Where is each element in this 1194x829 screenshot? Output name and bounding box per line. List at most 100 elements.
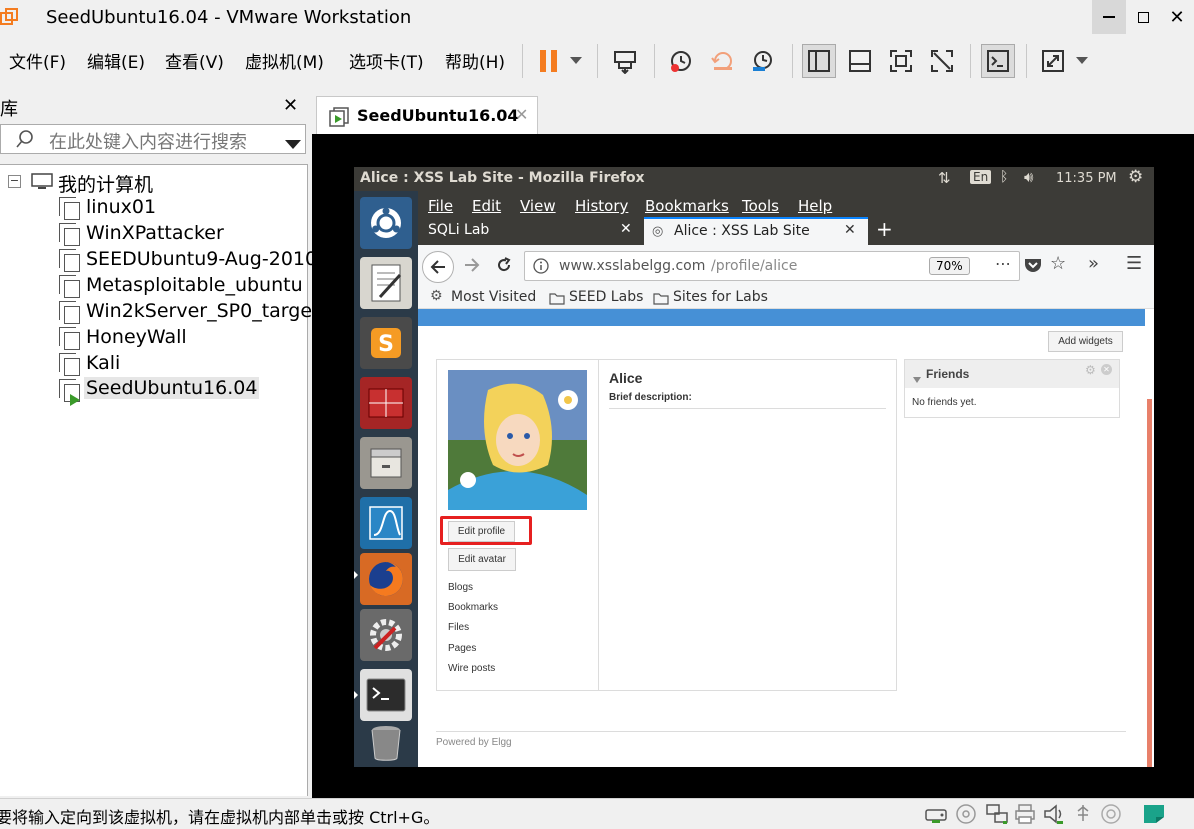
close-icon[interactable]: ✕ (844, 222, 856, 238)
friends-widget-header[interactable]: Friends ⚙ ✕ (905, 360, 1119, 388)
tree-item-honeywall[interactable]: HoneyWall (86, 326, 187, 348)
bookmark-sites-for-labs[interactable]: Sites for Labs (673, 289, 768, 305)
close-icon[interactable]: ✕ (1101, 364, 1112, 375)
snapshot-icon[interactable] (664, 44, 698, 78)
menu-file[interactable]: 文件(F) (9, 48, 66, 73)
profile-link-wire-posts[interactable]: Wire posts (448, 663, 495, 674)
ff-menu-view[interactable]: View (520, 197, 556, 215)
forward-icon[interactable] (464, 257, 480, 277)
trash-icon[interactable] (360, 723, 412, 763)
library-search[interactable]: 在此处键入内容进行搜索 (0, 124, 306, 154)
collapse-icon[interactable]: − (8, 175, 21, 188)
footer-text[interactable]: Powered by Elgg (436, 737, 512, 748)
tree-item-seedubuntu9[interactable]: SEEDUbuntu9-Aug-2010 (86, 248, 317, 270)
bookmark-star-icon[interactable]: ☆ (1050, 253, 1066, 274)
close-icon[interactable]: ✕ (620, 221, 632, 237)
profile-link-pages[interactable]: Pages (448, 643, 476, 654)
edit-avatar-button[interactable]: Edit avatar (448, 548, 516, 571)
volume-icon[interactable]: 🔊︎ (1024, 168, 1033, 186)
gear-icon[interactable]: ⚙ (1085, 363, 1096, 377)
close-icon[interactable]: ✕ (515, 105, 528, 124)
snapshot-manager-icon[interactable] (746, 44, 780, 78)
terminal-icon[interactable] (360, 669, 412, 721)
bookmark-seed-labs[interactable]: SEED Labs (569, 289, 643, 305)
stretch-guest-icon[interactable] (1036, 44, 1070, 78)
hamburger-menu-icon[interactable]: ☰ (1126, 253, 1142, 274)
chevron-down-icon[interactable] (1070, 44, 1094, 78)
tree-item-win2kserver[interactable]: Win2kServer_SP0_target (86, 300, 319, 322)
hdd-activity-icon[interactable] (1100, 803, 1122, 829)
usb-device-icon[interactable] (1072, 803, 1094, 829)
new-tab-icon[interactable]: + (876, 217, 893, 241)
sublime-text-icon[interactable]: S (360, 317, 412, 369)
bluetooth-icon[interactable]: ᛒ (1000, 169, 1008, 185)
cd-dvd-icon[interactable] (955, 803, 977, 829)
menu-tabs[interactable]: 选项卡(T) (349, 48, 424, 73)
network-icon[interactable]: ⇅ (938, 169, 951, 187)
close-button[interactable]: ✕ (1160, 0, 1194, 34)
edit-profile-button[interactable]: Edit profile (448, 521, 515, 542)
network-adapter-icon[interactable] (985, 803, 1009, 829)
back-button[interactable] (422, 251, 454, 283)
chevron-down-icon[interactable] (564, 44, 588, 78)
reload-icon[interactable] (496, 257, 512, 277)
tree-root[interactable]: 我的计算机 (58, 170, 153, 197)
tree-item-metasploitable[interactable]: Metasploitable_ubuntu (86, 274, 303, 296)
menu-vm[interactable]: 虚拟机(M) (245, 48, 324, 73)
clock[interactable]: 11:35 PM (1056, 171, 1117, 186)
console-view-icon[interactable] (981, 44, 1015, 78)
profile-link-blogs[interactable]: Blogs (448, 582, 473, 593)
gear-icon[interactable]: ⚙ (1128, 167, 1143, 187)
ubuntu-dash-icon[interactable] (360, 197, 412, 249)
ff-menu-tools[interactable]: Tools (742, 197, 779, 215)
message-log-icon[interactable] (1142, 803, 1166, 829)
menu-edit[interactable]: 编辑(E) (87, 48, 145, 73)
ff-menu-history[interactable]: History (575, 197, 628, 215)
printer-icon[interactable] (1014, 803, 1036, 829)
profile-link-files[interactable]: Files (448, 622, 469, 633)
profile-link-bookmarks[interactable]: Bookmarks (448, 602, 498, 613)
pause-icon[interactable] (532, 44, 566, 78)
more-actions-icon[interactable]: ⋯ (995, 254, 1011, 273)
chevron-down-icon[interactable] (285, 135, 301, 154)
page-scrollbar[interactable] (1147, 399, 1152, 767)
vm-tab[interactable]: SeedUbuntu16.04 ✕ (316, 96, 538, 134)
add-widgets-button[interactable]: Add widgets (1048, 331, 1123, 352)
text-editor-icon[interactable] (360, 257, 412, 309)
ff-menu-file[interactable]: File (428, 197, 453, 215)
ff-tab-sqli[interactable]: SQLi Lab ✕ (418, 217, 642, 245)
bookmark-most-visited[interactable]: Most Visited (451, 289, 536, 305)
unity-mode-icon[interactable] (925, 44, 959, 78)
maximize-button[interactable] (1126, 0, 1160, 34)
tree-item-winxpattacker[interactable]: WinXPattacker (86, 222, 224, 244)
settings-icon[interactable] (360, 609, 412, 661)
zoom-badge[interactable]: 70% (929, 257, 970, 275)
url-bar[interactable]: www.xsslabelgg.com /profile/alice 70% ⋯ (524, 251, 1020, 281)
minimize-button[interactable] (1092, 0, 1126, 34)
sound-icon[interactable] (1043, 803, 1067, 829)
collapse-arrow-icon[interactable] (913, 369, 921, 388)
ff-menu-edit[interactable]: Edit (472, 197, 501, 215)
fullscreen-icon[interactable] (884, 44, 918, 78)
file-manager-icon[interactable] (360, 437, 412, 489)
close-icon[interactable]: ✕ (283, 95, 298, 116)
send-ctrl-alt-del-icon[interactable] (608, 44, 642, 78)
firefox-icon[interactable] (360, 553, 412, 605)
overflow-menu-icon[interactable]: » (1088, 253, 1099, 274)
info-icon[interactable] (533, 258, 549, 278)
ff-menu-bookmarks[interactable]: Bookmarks (645, 197, 729, 215)
thumbnail-bar-icon[interactable] (843, 44, 877, 78)
library-view-icon[interactable] (802, 44, 836, 78)
hard-disk-icon[interactable] (924, 804, 948, 828)
search-input[interactable]: 在此处键入内容进行搜索 (49, 128, 247, 154)
wireshark-icon[interactable] (360, 497, 412, 549)
menu-view[interactable]: 查看(V) (165, 48, 224, 73)
pocket-icon[interactable] (1024, 257, 1042, 277)
tree-item-linux01[interactable]: linux01 (86, 196, 156, 218)
ff-tab-alice[interactable]: ◎ Alice : XSS Lab Site ✕ (644, 217, 868, 245)
ff-menu-help[interactable]: Help (798, 197, 832, 215)
menu-help[interactable]: 帮助(H) (445, 48, 505, 73)
tree-item-kali[interactable]: Kali (86, 352, 120, 374)
keyboard-layout-indicator[interactable]: En (970, 170, 992, 184)
tree-item-seedubuntu16[interactable]: SeedUbuntu16.04 (84, 377, 260, 399)
